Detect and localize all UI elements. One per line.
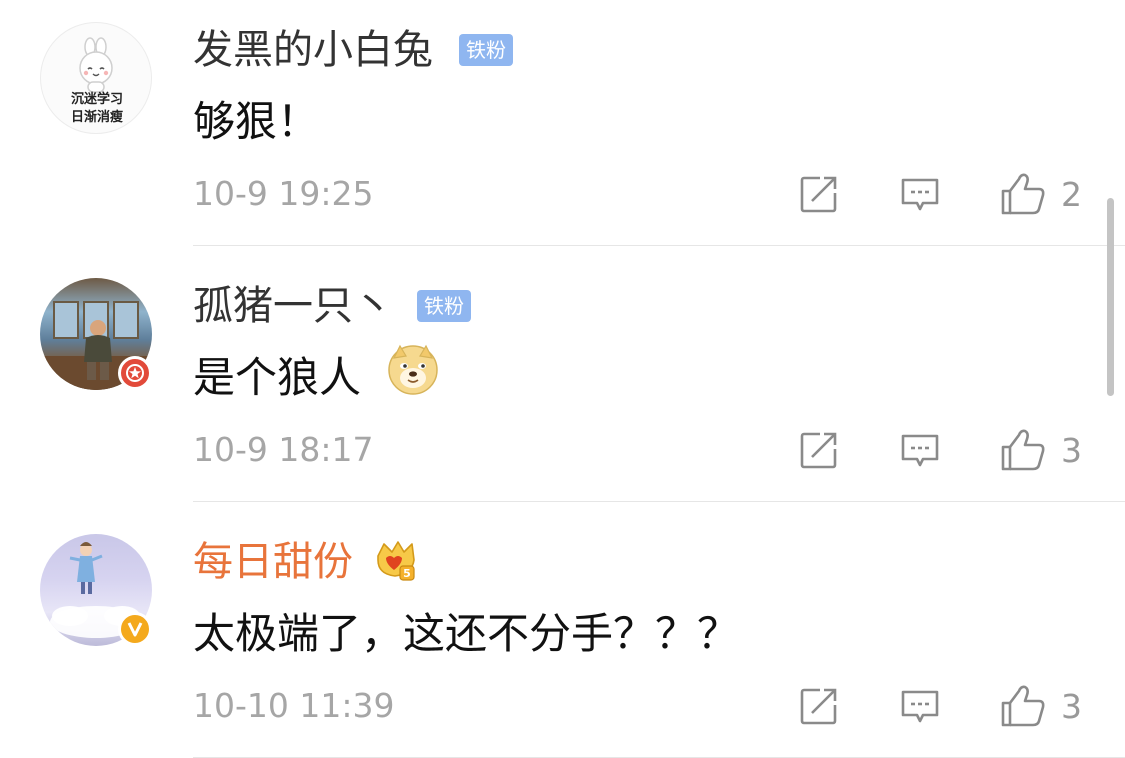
forward-icon (800, 432, 837, 469)
thumbs-up-icon (1001, 173, 1045, 215)
forward-button[interactable] (798, 428, 840, 472)
username[interactable]: 孤猪一只丶 (193, 282, 393, 330)
avatar-caption: 日渐消瘦 (70, 110, 123, 125)
doge-emoji-icon (386, 342, 440, 396)
verified-badge (118, 612, 152, 646)
timestamp: 10-9 19:25 (193, 174, 374, 213)
reply-button[interactable] (899, 428, 941, 472)
username[interactable]: 每日甜份 (193, 538, 353, 586)
forward-button[interactable] (798, 172, 840, 216)
comment-text: 是个狼人 (193, 353, 362, 402)
comment-icon (901, 178, 939, 211)
fan-badge: 铁粉 (417, 290, 471, 322)
avatar-container[interactable] (40, 534, 164, 658)
fan-badge: 铁粉 (459, 34, 513, 66)
like-button[interactable]: 2 (999, 172, 1082, 216)
verified-badge (118, 356, 152, 390)
thumbs-up-icon (1001, 429, 1045, 471)
thumbs-up-icon (1001, 685, 1045, 727)
comment-icon (901, 434, 939, 467)
like-count: 3 (1061, 430, 1082, 470)
forward-icon (800, 688, 837, 725)
comment-item: 孤猪一只丶 铁粉 是个狼人 10-9 18:17 3 (0, 256, 1125, 512)
comment-item: 沉迷学习 日渐消瘦 发黑的小白兔 铁粉 够狠！ 10-9 19:25 2 (0, 0, 1125, 256)
comment-item: 每日甜份 5 太极端了，这还不分手？？？ 10-10 11:39 3 (0, 512, 1125, 758)
v-verified-icon (127, 622, 143, 637)
reply-button[interactable] (899, 172, 941, 216)
timestamp: 10-9 18:17 (193, 430, 374, 469)
forward-button[interactable] (798, 684, 840, 728)
avatar-caption: 沉迷学习 (70, 92, 123, 107)
comment-text: 够狠！ (193, 97, 320, 146)
username[interactable]: 发黑的小白兔 (193, 26, 433, 74)
like-button[interactable]: 3 (999, 428, 1082, 472)
star-icon (126, 364, 144, 382)
timestamp: 10-10 11:39 (193, 686, 395, 725)
like-button[interactable]: 3 (999, 684, 1082, 728)
crown-icon: 5 (372, 538, 418, 584)
reply-button[interactable] (899, 684, 941, 728)
scrollbar[interactable] (1107, 198, 1114, 396)
avatar[interactable]: 沉迷学习 日渐消瘦 (40, 22, 152, 134)
like-count: 2 (1061, 174, 1082, 214)
comment-text: 太极端了，这还不分手？？？ (193, 609, 740, 658)
divider (193, 245, 1125, 246)
svg-text:5: 5 (403, 567, 411, 580)
like-count: 3 (1061, 686, 1082, 726)
avatar-container[interactable] (40, 278, 164, 402)
divider (193, 501, 1125, 502)
comment-list: 沉迷学习 日渐消瘦 发黑的小白兔 铁粉 够狠！ 10-9 19:25 2 孤猪一… (0, 0, 1125, 758)
comment-icon (901, 690, 939, 723)
forward-icon (800, 176, 837, 213)
